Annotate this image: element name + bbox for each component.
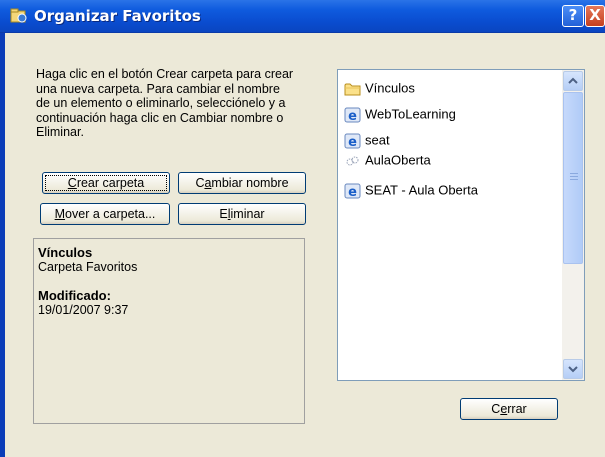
chevron-down-icon <box>568 366 578 373</box>
list-item[interactable]: Vínculos <box>344 78 415 98</box>
ie-icon: e <box>344 133 361 149</box>
favorites-list[interactable]: Vínculos e WebToLearning e seat AulaOber… <box>337 69 585 381</box>
title-bar[interactable]: Organizar Favoritos ? X <box>0 0 605 33</box>
scroll-down-button[interactable] <box>563 359 583 379</box>
item-name: Vínculos <box>38 245 93 260</box>
item-info-panel: Vínculos Carpeta Favoritos Modificado: 1… <box>33 238 305 424</box>
list-item[interactable]: e SEAT - Aula Oberta <box>344 180 478 200</box>
scroll-thumb[interactable] <box>563 92 583 264</box>
dialog-window: Organizar Favoritos ? X Haga clic en el … <box>0 0 605 457</box>
modified-label: Modificado: <box>38 288 111 303</box>
svg-text:e: e <box>348 185 357 199</box>
ie-icon: e <box>344 107 361 123</box>
mover-a-carpeta-button[interactable]: Mover a carpeta... <box>40 203 170 225</box>
svg-text:e: e <box>348 135 357 149</box>
list-item[interactable]: e seat <box>344 130 390 150</box>
modified-value: 19/01/2007 9:37 <box>38 303 129 317</box>
list-item[interactable]: e WebToLearning <box>344 104 456 124</box>
cerrar-button[interactable]: Cerrar <box>460 398 558 420</box>
instructions-text: Haga clic en el botón Crear carpeta para… <box>36 67 294 139</box>
scroll-up-button[interactable] <box>563 71 583 91</box>
svg-text:e: e <box>348 109 357 123</box>
link-icon <box>346 156 359 166</box>
close-button[interactable]: X <box>585 5 605 27</box>
help-button[interactable]: ? <box>562 5 584 27</box>
eliminar-button[interactable]: Eliminar <box>178 203 306 225</box>
chevron-up-icon <box>568 77 578 84</box>
item-type: Carpeta Favoritos <box>38 260 138 274</box>
cambiar-nombre-button[interactable]: Cambiar nombre <box>178 172 306 194</box>
ie-icon: e <box>344 183 361 199</box>
vertical-scrollbar[interactable] <box>562 70 584 380</box>
list-item[interactable]: AulaOberta <box>344 150 431 170</box>
window-title: Organizar Favoritos <box>34 7 201 25</box>
favorites-window-icon <box>10 8 27 23</box>
crear-carpeta-button[interactable]: Crear carpeta <box>42 172 170 194</box>
folder-icon <box>344 83 361 96</box>
